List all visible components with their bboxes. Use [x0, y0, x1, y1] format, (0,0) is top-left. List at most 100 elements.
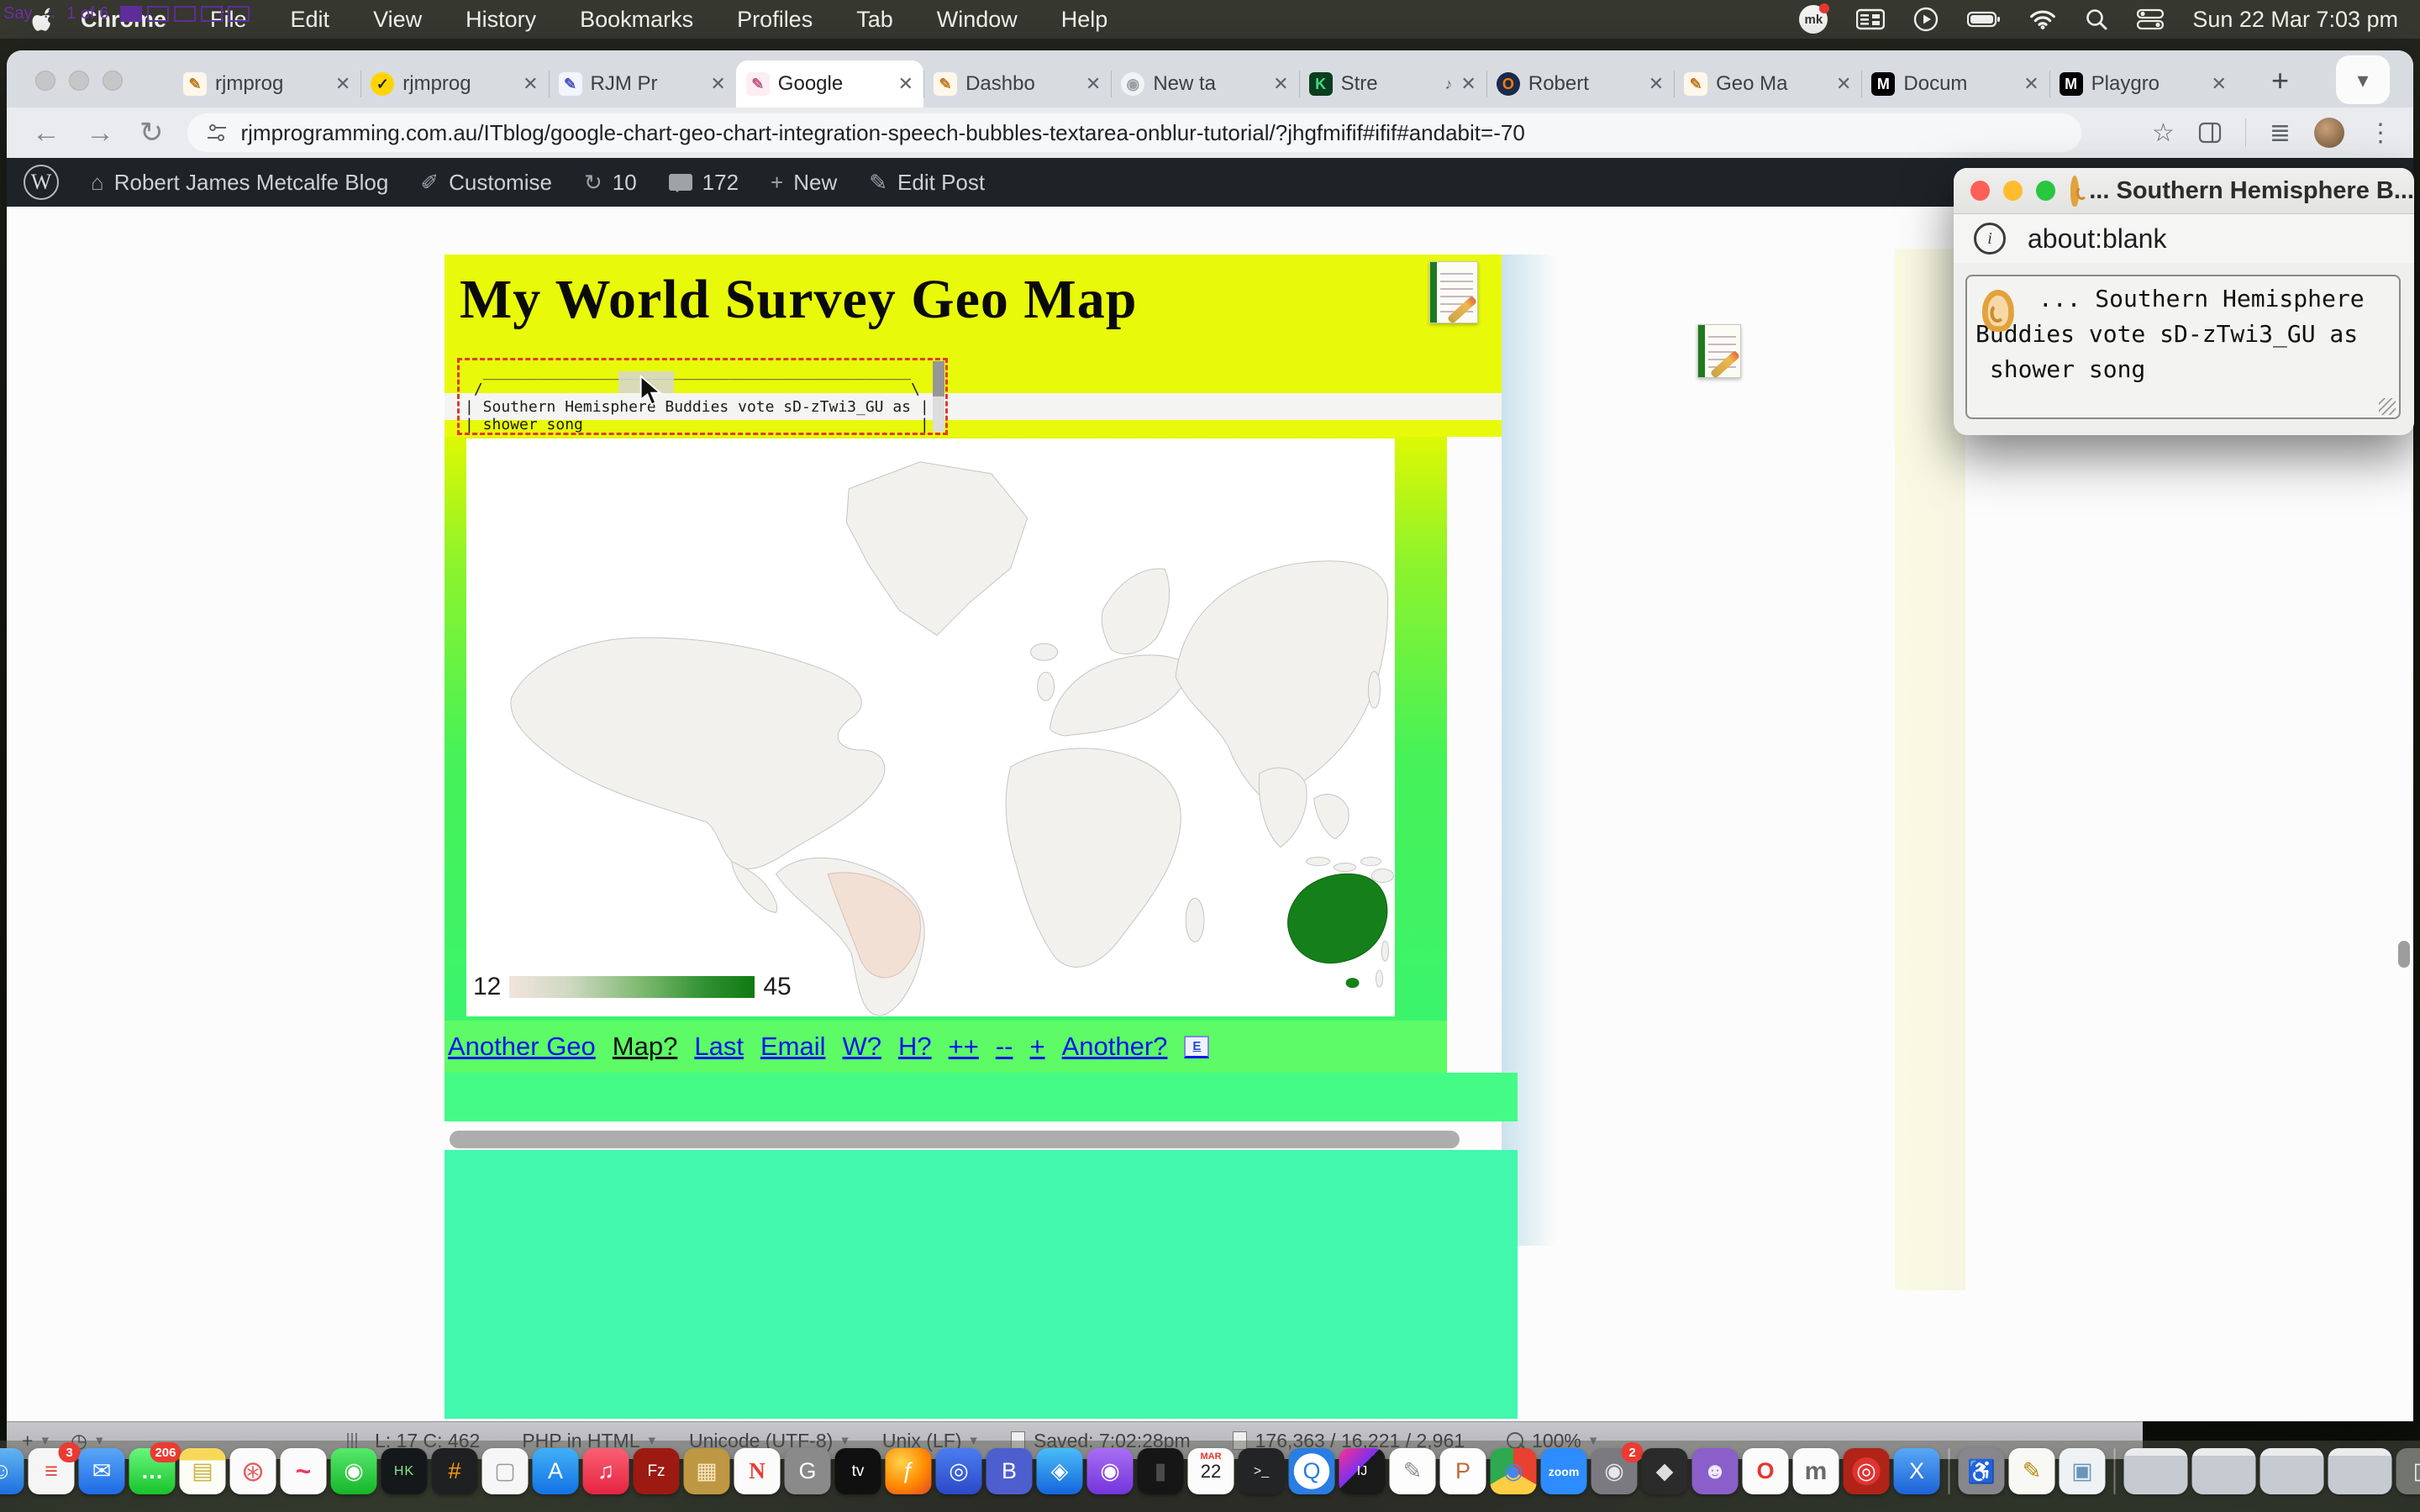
tab-audio-icon[interactable]: ♪	[1444, 76, 1452, 93]
dock-app-icon[interactable]: HK	[381, 1448, 428, 1494]
dock-app-icon[interactable]: O	[1743, 1448, 1789, 1494]
dock-app-icon[interactable]: B	[986, 1448, 1033, 1494]
dock-app-icon[interactable]: MAR 22	[1188, 1448, 1234, 1494]
adminbar-site-name[interactable]: ⌂ Robert James Metcalfe Blog	[91, 170, 388, 196]
popup-titlebar[interactable]: ... Southern Hemisphere B...	[1954, 168, 2414, 214]
tab-close-icon[interactable]: ✕	[1460, 73, 1476, 95]
dock-app-icon[interactable]: ▦	[684, 1448, 730, 1494]
dock-app-icon[interactable]: ◎	[936, 1448, 982, 1494]
dock-app-icon[interactable]: G	[785, 1448, 831, 1494]
browser-tab[interactable]: M Docum ✕	[1861, 60, 2049, 108]
battery-icon[interactable]	[1967, 10, 2001, 29]
play-icon[interactable]	[1913, 7, 1939, 32]
dock-app-icon[interactable]: ◉	[1491, 1448, 1537, 1494]
tab-close-icon[interactable]: ✕	[2023, 73, 2039, 95]
browser-tab[interactable]: ✎ rjmprog ✕	[173, 60, 360, 108]
geo-map[interactable]: 12 45	[466, 438, 1395, 1016]
tab-close-icon[interactable]: ✕	[898, 73, 913, 95]
dock-app-icon[interactable]: ▢	[482, 1448, 529, 1494]
dock-app-icon[interactable]: ☺	[0, 1448, 24, 1494]
page-link[interactable]: H?	[898, 1032, 932, 1062]
dock-app-icon[interactable]: ✎	[1390, 1448, 1436, 1494]
playlist-icon[interactable]: ≣	[2270, 118, 2291, 148]
dock-app-icon[interactable]: P	[1440, 1448, 1486, 1494]
tab-close-icon[interactable]: ✕	[1086, 73, 1101, 95]
site-settings-icon[interactable]	[206, 122, 228, 144]
dock-app-icon[interactable]: ◈	[1037, 1448, 1083, 1494]
dock-app-icon[interactable]: >_	[1239, 1448, 1285, 1494]
menu-item[interactable]: View	[351, 7, 444, 32]
dock-app-icon[interactable]: tv	[835, 1448, 881, 1494]
dock-app-icon[interactable]: IJ	[1339, 1448, 1386, 1494]
dock-app-icon[interactable]: Q	[1289, 1448, 1335, 1494]
page-link[interactable]: Email	[760, 1032, 826, 1062]
window-controls[interactable]	[35, 71, 123, 91]
reload-button[interactable]: ↻	[139, 116, 164, 150]
info-icon[interactable]: i	[1974, 223, 2006, 255]
wordpress-logo[interactable]: W	[24, 165, 59, 200]
dock-app-icon[interactable]: ⊛	[230, 1448, 276, 1494]
adminbar-updates[interactable]: ↻ 10	[584, 170, 637, 196]
dock-app-icon[interactable]	[2114, 1448, 2116, 1494]
popup-close-button[interactable]	[1970, 181, 1990, 201]
tab-close-icon[interactable]: ✕	[523, 73, 538, 95]
adminbar-new[interactable]: + New	[771, 170, 837, 196]
dock-app-icon[interactable]: #	[432, 1448, 478, 1494]
dock-app-icon[interactable]: ◉	[331, 1448, 377, 1494]
browser-tab[interactable]: ✓ rjmprog ✕	[360, 60, 548, 108]
browser-tab[interactable]: ✎ Geo Ma ✕	[1674, 60, 1861, 108]
dock-app-icon[interactable]: ♫	[583, 1448, 629, 1494]
dock-app-icon[interactable]: ▣	[2060, 1448, 2106, 1494]
minimize-window-button[interactable]	[69, 71, 89, 91]
adminbar-customise[interactable]: ✐ Customise	[420, 170, 552, 196]
dock-app-icon[interactable]	[1949, 1448, 1950, 1494]
menubar-clock[interactable]: Sun 22 Mar 7:03 pm	[2192, 7, 2398, 33]
dock-app-icon[interactable]: ✉	[79, 1448, 125, 1494]
page-link[interactable]: Another?	[1062, 1032, 1168, 1062]
horizontal-scrollbar-thumb[interactable]	[450, 1131, 1460, 1148]
side-panel-icon[interactable]	[2198, 121, 2222, 144]
dock-app-icon[interactable]: ☻	[1692, 1448, 1739, 1494]
dock-app-icon[interactable]: ▮	[1138, 1448, 1184, 1494]
menu-item[interactable]: Bookmarks	[558, 7, 715, 32]
tab-overflow-button[interactable]: ▾	[2336, 55, 2390, 104]
popup-url-text[interactable]: about:blank	[2028, 223, 2166, 255]
dock-app-icon[interactable]: ✎	[2009, 1448, 2055, 1494]
browser-tab[interactable]: M Playgro ✕	[2049, 60, 2237, 108]
dock-app-icon[interactable]: N	[734, 1448, 781, 1494]
textarea-resize-handle[interactable]	[2379, 398, 2396, 415]
popup-minimize-button[interactable]	[2003, 181, 2023, 201]
page-link[interactable]: Last	[694, 1032, 744, 1062]
tab-close-icon[interactable]: ✕	[710, 73, 725, 95]
dock-app-icon[interactable]: ƒ	[886, 1448, 932, 1494]
dock-app-icon[interactable]: ♿	[1959, 1448, 2005, 1494]
page-link[interactable]: ++	[949, 1032, 979, 1062]
forward-button[interactable]: →	[86, 117, 114, 150]
address-bar[interactable]: rjmprogramming.com.au/ITblog/google-char…	[187, 113, 2081, 152]
tab-close-icon[interactable]: ✕	[1273, 73, 1288, 95]
dock-app-icon[interactable]	[2192, 1448, 2256, 1494]
close-window-button[interactable]	[35, 71, 55, 91]
url-text[interactable]: rjmprogramming.com.au/ITblog/google-char…	[241, 120, 1525, 146]
vertical-scrollbar-thumb[interactable]	[2398, 941, 2410, 968]
page-link[interactable]: Another Geo	[448, 1032, 596, 1062]
back-button[interactable]: ←	[32, 117, 60, 150]
dock-app-icon[interactable]	[2328, 1448, 2392, 1494]
dock-app-icon[interactable]: m	[1793, 1448, 1839, 1494]
bookmark-star-icon[interactable]: ☆	[2152, 118, 2175, 148]
dock-app-icon[interactable]: A	[533, 1448, 579, 1494]
profile-avatar[interactable]	[2314, 118, 2344, 148]
dock-app-icon[interactable]: Fz	[634, 1448, 680, 1494]
tab-close-icon[interactable]: ✕	[335, 73, 350, 95]
browser-tab[interactable]: ◉ New ta ✕	[1111, 60, 1298, 108]
dock-app-icon[interactable]: ◆	[1642, 1448, 1688, 1494]
dock-app-icon[interactable]: X	[1894, 1448, 1940, 1494]
browser-tab[interactable]: K Stre ♪ ✕	[1299, 60, 1486, 108]
page-link[interactable]: --	[996, 1032, 1013, 1062]
dock-app-icon[interactable]: ▯	[2396, 1448, 2420, 1494]
menubar-app-badge[interactable]: mk	[1799, 5, 1828, 34]
browser-tab[interactable]: ✎ RJM Pr ✕	[549, 60, 736, 108]
menu-item[interactable]: Edit	[269, 7, 352, 32]
dock-app-icon[interactable]: zoom	[1541, 1448, 1587, 1494]
browser-tab[interactable]: ✎ Dashbo ✕	[923, 60, 1111, 108]
